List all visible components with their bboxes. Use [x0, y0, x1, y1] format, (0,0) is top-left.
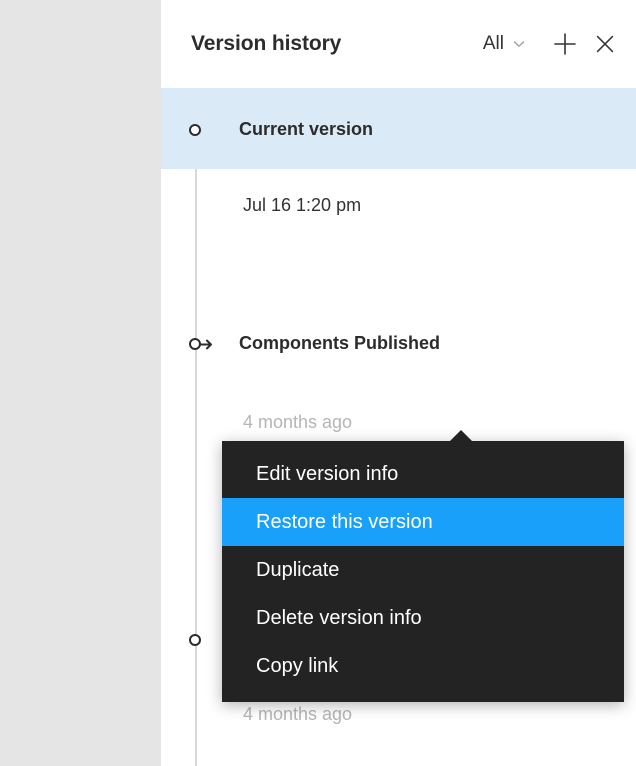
version-entry-timestamp: 4 months ago	[243, 704, 353, 724]
menu-item-edit-version-info[interactable]: Edit version info	[222, 450, 624, 498]
version-filter-dropdown[interactable]: All	[483, 33, 527, 55]
version-filter-label: All	[482, 33, 504, 54]
version-history-screen: Version history All Current version Jul …	[0, 0, 636, 766]
menu-item-label: Delete version info	[256, 606, 422, 629]
page-title: Version history	[191, 32, 342, 55]
version-context-menu: Edit version info Restore this version D…	[222, 441, 624, 702]
add-version-button[interactable]	[545, 24, 585, 64]
menu-item-label: Edit version info	[256, 462, 399, 485]
menu-item-label: Copy link	[256, 654, 339, 677]
version-entry-current[interactable]: Current version	[161, 88, 636, 169]
plus-icon	[551, 30, 579, 58]
close-panel-button[interactable]	[585, 24, 625, 64]
menu-item-copy-link[interactable]: Copy link	[222, 642, 624, 690]
circle-arrow-published-icon	[187, 336, 212, 354]
version-entry-timestamp: Jul 16 1:20 pm	[243, 195, 362, 215]
panel-header: Version history All	[161, 0, 636, 88]
menu-item-restore-this-version[interactable]: Restore this version	[222, 498, 624, 546]
close-icon	[592, 31, 618, 57]
version-entry-timestamp: 4 months ago	[243, 412, 353, 432]
version-entry-highlight	[161, 88, 636, 169]
version-entry-title: Current version	[239, 119, 374, 139]
circle-node-icon	[187, 632, 205, 650]
circle-node-icon	[187, 122, 205, 140]
menu-item-delete-version-info[interactable]: Delete version info	[222, 594, 624, 642]
canvas-scrollbar-track[interactable]	[128, 0, 271, 766]
menu-item-label: Duplicate	[256, 558, 340, 581]
version-entry-components-published[interactable]: Components Published	[161, 324, 636, 364]
chevron-down-icon	[511, 36, 527, 52]
context-menu-pointer-arrow	[449, 430, 473, 442]
menu-item-label: Restore this version	[256, 510, 433, 533]
menu-item-duplicate[interactable]: Duplicate	[222, 546, 624, 594]
version-entry-title: Components Published	[239, 333, 441, 353]
